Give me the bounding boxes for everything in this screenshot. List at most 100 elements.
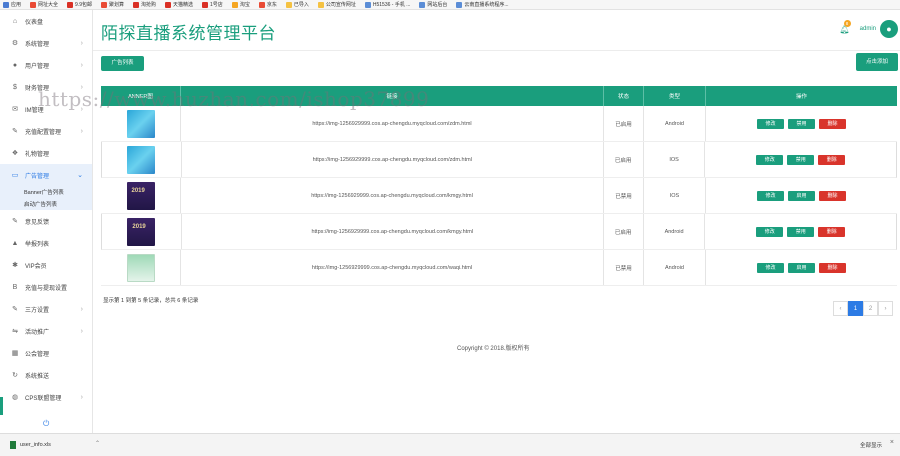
username[interactable]: admin [860,26,876,32]
download-item[interactable]: user_info.xls [10,441,51,449]
banner-thumbnail[interactable] [126,181,155,210]
delete-button[interactable]: 删除 [819,262,846,273]
bookmark-icon [133,1,139,8]
sidebar-item-label: 系统推送 [25,373,50,380]
power-icon[interactable]: ⏻ [43,419,49,429]
bookmark-item[interactable]: 淘抢购 [133,1,156,8]
bookmark-icon [165,1,172,8]
cell-status: 已禁用 [604,250,644,285]
chevron-icon: › [80,305,83,313]
sidebar-item-label: 充值与提现设置 [25,285,68,292]
edit-button[interactable]: 修改 [757,118,784,129]
toggle-button[interactable]: 启用 [788,262,815,273]
delete-button[interactable]: 删除 [819,190,846,201]
toggle-button[interactable]: 禁用 [787,154,815,165]
sidebar-subitem[interactable]: 启动广告列表 [0,198,92,210]
add-ad-button[interactable]: 点击添加 [856,53,898,71]
bookmark-item[interactable]: 应用 [3,1,21,8]
copyright: Copyright © 2018.版权所有 [457,346,530,352]
chevron-icon: › [80,327,83,335]
ad-list-tab[interactable]: 广告列表 [101,56,144,71]
page-title: 陌探直播系统管理平台 [101,24,276,44]
sidebar-item[interactable]: ❖ 礼物管理 [0,142,92,164]
sidebar-item[interactable]: ▲ 举报列表 [0,232,92,254]
sidebar-item[interactable]: $ 财务管理 › [0,76,92,98]
bookmark-label: 9.9包邮 [75,2,92,8]
sidebar-item[interactable]: ⇋ 活动推广 › [0,320,92,342]
chevron-icon: › [80,83,83,91]
chevron-icon: › [80,127,83,135]
sidebar-subitem[interactable]: Banner广告列表 [0,186,92,198]
toggle-button[interactable]: 禁用 [788,118,815,129]
edit-button[interactable]: 修改 [757,262,784,273]
bookmark-item[interactable]: 云南直播系统程序... [456,1,509,8]
sidebar-item[interactable]: ✎ 意见反馈 [0,210,92,232]
bookmark-item[interactable]: 淘宝 [231,1,250,8]
bookmark-item[interactable]: 已导入 [285,1,309,8]
sidebar-item[interactable]: ● 用户管理 › [0,54,92,76]
page-button-1[interactable]: 1 [848,301,863,316]
gift-icon: ❖ [11,150,19,157]
sidebar-item[interactable]: ▦ 公会管理 [0,342,92,364]
delete-button[interactable]: 删除 [818,226,846,237]
sidebar-item[interactable]: ✱ VIP会员 [0,254,92,276]
banner-thumbnail[interactable] [126,109,155,138]
sidebar-item-label: CPS联盟管理 [25,395,62,402]
sidebar-item[interactable]: ◍ CPS联盟管理 › [0,386,92,408]
chevron-up-icon[interactable]: ⌃ [95,440,100,447]
bookmark-item[interactable]: 9.9包邮 [67,1,92,8]
sidebar-item[interactable]: ⌂ 仪表盘 [0,10,92,32]
cell-actions: 修改 禁用 删除 [706,106,897,141]
sidebar-item[interactable]: ▭ 广告管理 ⌄ [0,164,92,186]
bell-icon[interactable]: 🔔︎ 8 [840,19,851,34]
prev-page-button[interactable]: ‹ [833,301,848,316]
bookmark-item[interactable]: 天猫精选 [165,1,193,8]
banner-thumbnail[interactable] [127,217,156,246]
download-bar: user_info.xls ⌃ 全部显示 × [0,433,900,456]
col-type: 类型 [644,86,706,106]
bookmark-label: 云南直播系统程序... [464,2,509,8]
bookmark-item[interactable]: 网址大全 [30,1,58,8]
bookmark-item[interactable]: H51536 - 手机 ... [364,1,410,8]
bookmark-icon [317,1,324,8]
page-button-2[interactable]: 2 [863,301,878,316]
bookmark-icon [30,1,37,8]
cell-link: https://img-1256929999.cos.ap-chengdu.my… [181,178,604,213]
chevron-icon: › [80,39,83,47]
banner-thumbnail[interactable] [127,145,156,174]
avatar[interactable]: ● [880,20,898,38]
sidebar-item[interactable]: ↻ 系统推送 [0,364,92,386]
row-actions: 修改 禁用 删除 [757,118,846,129]
bookmark-item[interactable]: 网站后台 [419,1,447,8]
cell-link: https://img-1256929999.cos.ap-chengdu.my… [181,106,604,141]
pagination: ‹ 1 2 › [833,301,893,316]
toggle-button[interactable]: 启用 [788,190,815,201]
sidebar-item[interactable]: B 充值与提现设置 [0,276,92,298]
sidebar-item-label: 礼物管理 [25,151,50,158]
bookmark-label: 淘宝 [239,2,250,8]
toggle-button[interactable]: 禁用 [787,226,815,237]
edit-button[interactable]: 修改 [757,190,784,201]
user-icon: ● [12,61,18,69]
bookmark-item[interactable]: 聚划算 [100,1,124,8]
bookmark-item[interactable]: 1号店 [202,1,223,8]
cell-image [102,214,182,249]
sidebar-item[interactable]: ✎ 三方设置 › [0,298,92,320]
delete-button[interactable]: 删除 [818,154,846,165]
sidebar-item[interactable]: ✎ 充值配置管理 › [0,120,92,142]
close-icon[interactable]: × [890,439,894,446]
bookmark-item[interactable]: 公司宣传网址 [317,1,356,8]
next-page-button[interactable]: › [878,301,893,316]
banner-thumbnail[interactable] [126,253,155,282]
dollar-icon: $ [13,83,17,91]
sidebar-item[interactable]: ✉ IM管理 › [0,98,92,120]
show-all-button[interactable]: 全部显示 [860,441,882,449]
bookmark-item[interactable]: 京东 [258,1,277,8]
edit-button[interactable]: 修改 [756,226,784,237]
excel-file-icon [10,441,16,449]
sidebar-item[interactable]: ⚙ 系统管理 › [0,32,92,54]
delete-button[interactable]: 删除 [819,118,846,129]
bookmark-icon [202,1,209,8]
edit-button[interactable]: 修改 [756,154,784,165]
bookmark-label: 1号店 [210,2,223,8]
